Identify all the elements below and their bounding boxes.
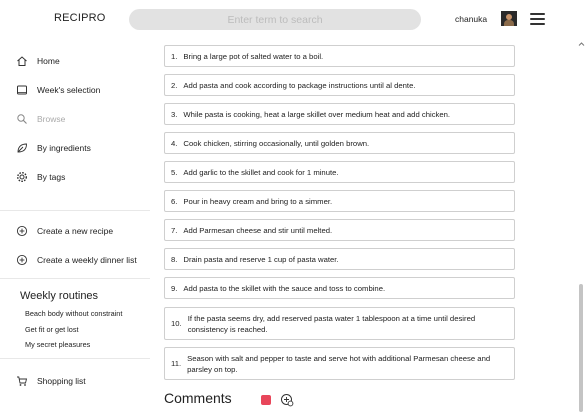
- recipe-instructions-panel: 1. Bring a large pot of salted water to …: [152, 38, 586, 412]
- nav-home-label: Home: [37, 56, 60, 66]
- username[interactable]: chanuka: [455, 14, 487, 24]
- step-number: 6.: [171, 196, 178, 206]
- nav-home[interactable]: Home: [16, 54, 146, 68]
- scroll-up-icon[interactable]: [578, 40, 585, 46]
- create-new-recipe-label: Create a new recipe: [37, 226, 114, 236]
- avatar[interactable]: [501, 11, 517, 26]
- nav-browse[interactable]: Browse: [16, 112, 146, 126]
- instruction-step: 3. While pasta is cooking, heat a large …: [164, 103, 515, 125]
- comments-heading: Comments: [164, 390, 232, 406]
- routine-item[interactable]: My secret pleasures: [25, 340, 90, 349]
- step-text: While pasta is cooking, heat a large ski…: [183, 109, 451, 119]
- step-text: Add garlic to the skillet and cook for 1…: [183, 167, 339, 177]
- record-icon[interactable]: [261, 395, 271, 405]
- nav-shopping-list-label: Shopping list: [37, 376, 86, 386]
- instruction-step: 8. Drain pasta and reserve 1 cup of past…: [164, 248, 515, 270]
- browse-search-icon: [16, 113, 28, 125]
- instruction-step: 2. Add pasta and cook according to packa…: [164, 74, 515, 96]
- add-comment-icon[interactable]: [280, 393, 294, 407]
- app-logo[interactable]: RECIPRO: [54, 12, 106, 24]
- cart-icon: [16, 375, 28, 387]
- step-number: 4.: [171, 138, 178, 148]
- nav-by-tags[interactable]: By tags: [16, 170, 146, 184]
- create-weekly-dinner-list-button[interactable]: Create a weekly dinner list: [16, 253, 146, 267]
- routine-item[interactable]: Beach body without constraint: [25, 309, 122, 318]
- step-number: 3.: [171, 109, 178, 119]
- weekly-routines-heading: Weekly routines: [20, 290, 99, 302]
- step-number: 2.: [171, 80, 178, 90]
- scrollbar[interactable]: [577, 38, 586, 412]
- nav-shopping-list[interactable]: Shopping list: [16, 374, 146, 388]
- routine-item[interactable]: Get fit or get lost: [25, 325, 79, 334]
- gear-icon: [16, 171, 28, 183]
- instruction-step: 5. Add garlic to the skillet and cook fo…: [164, 161, 515, 183]
- step-text: Cook chicken, stirring occasionally, unt…: [183, 138, 370, 148]
- nav-browse-label: Browse: [37, 114, 66, 124]
- instruction-step: 1. Bring a large pot of salted water to …: [164, 45, 515, 67]
- step-text: Drain pasta and reserve 1 cup of pasta w…: [183, 254, 339, 264]
- sidebar-divider: [0, 358, 150, 359]
- top-bar: RECIPRO chanuka: [0, 0, 586, 38]
- step-number: 8.: [171, 254, 178, 264]
- create-new-recipe-button[interactable]: Create a new recipe: [16, 224, 146, 238]
- step-number: 5.: [171, 167, 178, 177]
- sidebar-divider: [0, 210, 150, 211]
- nav-weeks-selection-label: Week's selection: [37, 85, 101, 95]
- plus-circle-icon: [16, 225, 28, 237]
- step-text: Add pasta to the skillet with the sauce …: [183, 283, 386, 293]
- step-text: Add pasta and cook according to package …: [183, 80, 416, 90]
- search-input[interactable]: [129, 9, 421, 30]
- step-text: Pour in heavy cream and bring to a simme…: [183, 196, 333, 206]
- nav-by-ingredients[interactable]: By ingredients: [16, 141, 146, 155]
- hamburger-menu-icon[interactable]: [530, 13, 545, 25]
- tablet-icon: [16, 84, 28, 96]
- nav-by-ingredients-label: By ingredients: [37, 143, 91, 153]
- step-text: Season with salt and pepper to taste and…: [187, 353, 491, 374]
- step-text: Add Parmesan cheese and stir until melte…: [183, 225, 333, 235]
- instruction-step: 9. Add pasta to the skillet with the sau…: [164, 277, 515, 299]
- nav-by-tags-label: By tags: [37, 172, 66, 182]
- step-number: 1.: [171, 51, 178, 61]
- step-text: Bring a large pot of salted water to a b…: [183, 51, 324, 61]
- home-icon: [16, 55, 28, 67]
- nav-weeks-selection[interactable]: Week's selection: [16, 83, 146, 97]
- scrollbar-thumb[interactable]: [579, 284, 583, 412]
- create-weekly-dinner-list-label: Create a weekly dinner list: [37, 255, 137, 265]
- step-number: 10.: [171, 319, 182, 328]
- sidebar-divider: [0, 278, 150, 279]
- instruction-step: 10. If the pasta seems dry, add reserved…: [164, 307, 515, 340]
- instruction-step: 7. Add Parmesan cheese and stir until me…: [164, 219, 515, 241]
- step-number: 9.: [171, 283, 178, 293]
- sidebar: Home Week's selection Browse By ingredie…: [0, 38, 152, 412]
- instruction-step: 4. Cook chicken, stirring occasionally, …: [164, 132, 515, 154]
- step-text: If the pasta seems dry, add reserved pas…: [187, 313, 476, 334]
- plus-circle-icon: [16, 254, 28, 266]
- step-number: 7.: [171, 225, 178, 235]
- leaf-icon: [16, 142, 28, 154]
- instruction-step: 11. Season with salt and pepper to taste…: [164, 347, 515, 380]
- instruction-step: 6. Pour in heavy cream and bring to a si…: [164, 190, 515, 212]
- step-number: 11.: [171, 359, 182, 368]
